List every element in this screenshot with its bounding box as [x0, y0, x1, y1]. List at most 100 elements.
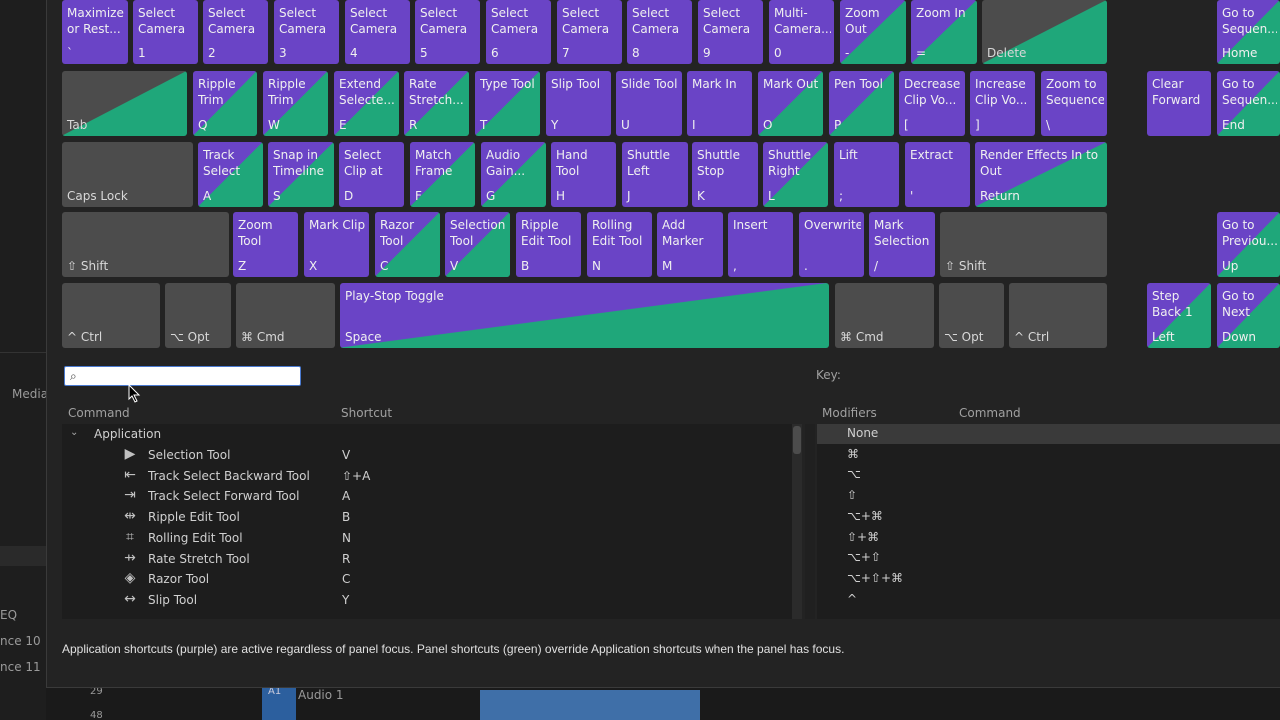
key-sym[interactable]: Zoom In = [911, 0, 977, 64]
key-sym[interactable]: Extract ' [905, 142, 970, 207]
key-n[interactable]: Rolling Edit Tool N [587, 212, 652, 277]
key-2[interactable]: Select Camera 2 2 [203, 0, 268, 64]
key-p[interactable]: Pen Tool P [829, 71, 894, 136]
key-down[interactable]: Go to Next Down [1217, 283, 1280, 348]
modifier-row[interactable]: ⇧+⌘ [847, 530, 879, 544]
key-c[interactable]: Razor Tool C [375, 212, 440, 277]
key-5[interactable]: Select Camera 5 5 [415, 0, 480, 64]
modifier-row[interactable]: ⌥+⇧ [847, 550, 881, 564]
modifier-row[interactable]: ⇧ [847, 488, 857, 502]
command-row-shortcut[interactable]: N [342, 531, 351, 545]
key-s[interactable]: Snap in Timeline S [268, 142, 334, 207]
command-list-scrollbar[interactable] [792, 424, 802, 619]
modifiers-column-header[interactable]: Modifiers [822, 406, 877, 420]
key-capslock[interactable]: Caps Lock [62, 142, 193, 207]
key-o[interactable]: Mark Out O [758, 71, 823, 136]
key-sym[interactable]: Maximize or Rest... ` [62, 0, 128, 64]
key-a[interactable]: Track Select F... A [198, 142, 263, 207]
key-sym[interactable]: Overwrite. [799, 212, 864, 277]
key-opt[interactable]: ⌥ Opt [165, 283, 231, 348]
key-g[interactable]: Audio Gain... G [481, 142, 546, 207]
command-row-name[interactable]: Ripple Edit Tool [148, 510, 240, 524]
command-row-name[interactable]: Selection Tool [148, 448, 230, 462]
key-r[interactable]: Rate Stretch... R [404, 71, 469, 136]
key-blank[interactable]: Clear Forward Delete [1147, 71, 1211, 136]
key-i[interactable]: Mark In I [687, 71, 752, 136]
key-z[interactable]: Zoom Tool Z [233, 212, 298, 277]
key-e[interactable]: Extend Selecte... E [334, 71, 399, 136]
key-f[interactable]: Match Frame F [410, 142, 475, 207]
modifier-row[interactable]: None [847, 426, 878, 440]
key-7[interactable]: Select Camera 7 7 [557, 0, 622, 64]
modifier-row-selected[interactable] [817, 424, 1280, 444]
command-row-shortcut[interactable]: Y [342, 593, 349, 607]
command-row-shortcut[interactable]: A [342, 489, 350, 503]
key-w[interactable]: Ripple Trim W [263, 71, 328, 136]
key-sym[interactable]: Zoom to Sequence \ [1041, 71, 1107, 136]
key-sym[interactable]: Lift; [834, 142, 899, 207]
key-cmd[interactable]: ⌘ Cmd [835, 283, 934, 348]
key-opt[interactable]: ⌥ Opt [939, 283, 1004, 348]
command-row-name[interactable]: Rate Stretch Tool [148, 552, 250, 566]
command-row-shortcut[interactable]: B [342, 510, 350, 524]
command-row-shortcut[interactable]: ⇧+A [342, 469, 370, 483]
command-row-name[interactable]: Track Select Forward Tool [148, 489, 299, 503]
key-0[interactable]: Multi-Camera... 0 [769, 0, 834, 64]
key-k[interactable]: Shuttle Stop K [692, 142, 758, 207]
key-m[interactable]: Add Marker M [657, 212, 723, 277]
audio-clip[interactable] [480, 690, 700, 720]
key-sym[interactable]: Zoom Out - [840, 0, 906, 64]
key-delete[interactable]: Delete [982, 0, 1107, 64]
shortcut-column-header[interactable]: Shortcut [341, 406, 392, 420]
key-6[interactable]: Select Camera 6 6 [486, 0, 551, 64]
search-input[interactable] [87, 368, 295, 384]
key-1[interactable]: Select Camera 1 1 [133, 0, 198, 64]
key-shift[interactable]: ⇧ Shift [940, 212, 1107, 277]
key-tab[interactable]: Tab [62, 71, 187, 136]
group-application[interactable]: Application [94, 427, 161, 441]
key-q[interactable]: Ripple Trim Q [193, 71, 257, 136]
key-ctrl[interactable]: ^ Ctrl [62, 283, 160, 348]
key-sym[interactable]: Insert, [728, 212, 793, 277]
key-u[interactable]: Slide Tool U [616, 71, 682, 136]
key-j[interactable]: Shuttle Left J [622, 142, 688, 207]
key-space[interactable]: Play-Stop Toggle Space [340, 283, 829, 348]
search-field[interactable]: ⌕ [64, 366, 301, 386]
command-row-name[interactable]: Razor Tool [148, 572, 209, 586]
command-row-name[interactable]: Slip Tool [148, 593, 197, 607]
key-command-column-header[interactable]: Command [959, 406, 1021, 420]
key-3[interactable]: Select Camera 3 3 [274, 0, 339, 64]
key-sym[interactable]: Decrease Clip Vo... [ [899, 71, 965, 136]
key-d[interactable]: Select Clip at P... D [339, 142, 404, 207]
modifier-row[interactable]: ⌥+⌘ [847, 509, 883, 523]
command-row-shortcut[interactable]: V [342, 448, 350, 462]
key-up[interactable]: Go to Previou... Up [1217, 212, 1280, 277]
key-cmd[interactable]: ⌘ Cmd [236, 283, 335, 348]
modifier-row[interactable]: ⌥ [847, 467, 861, 481]
modifier-row[interactable]: ^ [847, 592, 857, 606]
key-9[interactable]: Select Camera 9 9 [698, 0, 763, 64]
command-row-shortcut[interactable]: R [342, 552, 350, 566]
expand-chevron-icon[interactable]: ⌄ [70, 427, 78, 438]
command-row-name[interactable]: Rolling Edit Tool [148, 531, 243, 545]
key-4[interactable]: Select Camera 4 4 [345, 0, 410, 64]
key-end[interactable]: Go to Sequen... End [1217, 71, 1280, 136]
command-column-header[interactable]: Command [68, 406, 130, 420]
key-8[interactable]: Select Camera 8 8 [627, 0, 692, 64]
key-x[interactable]: Mark Clip X [304, 212, 369, 277]
key-v[interactable]: Selection Tool V [445, 212, 510, 277]
key-return[interactable]: Render Effects In to Out Return [975, 142, 1107, 207]
command-row-shortcut[interactable]: C [342, 572, 350, 586]
key-y[interactable]: Slip Tool Y [546, 71, 611, 136]
key-left[interactable]: Step Back 1 Frame Left [1147, 283, 1211, 348]
key-sym[interactable]: Increase Clip Vo...] [970, 71, 1035, 136]
key-b[interactable]: Ripple Edit Tool B [516, 212, 581, 277]
key-h[interactable]: Hand Tool H [551, 142, 616, 207]
key-home[interactable]: Go to Sequen... Home [1217, 0, 1280, 64]
key-l[interactable]: Shuttle Right L [763, 142, 828, 207]
key-sym[interactable]: Mark Selection / [869, 212, 935, 277]
key-shift[interactable]: ⇧ Shift [62, 212, 229, 277]
key-t[interactable]: Type Tool T [475, 71, 540, 136]
modifier-row[interactable]: ⌥+⇧+⌘ [847, 571, 903, 585]
key-ctrl[interactable]: ^ Ctrl [1009, 283, 1107, 348]
